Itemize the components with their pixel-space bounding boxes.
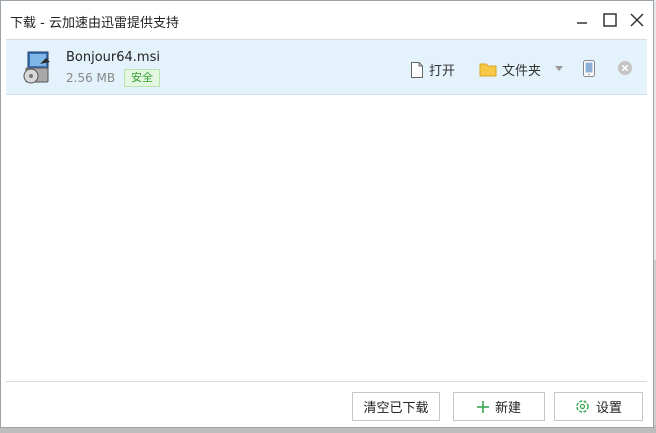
installer-file-icon (20, 50, 54, 86)
download-item[interactable]: Bonjour64.msi 2.56 MB 安全 打开 文件夹 (6, 40, 647, 95)
open-button[interactable]: 打开 (410, 60, 455, 79)
chevron-down-icon[interactable] (555, 66, 563, 71)
remove-item-icon[interactable] (618, 61, 632, 75)
clear-downloaded-button[interactable]: 清空已下载 (352, 392, 440, 421)
plus-icon (476, 400, 489, 413)
window-title: 下载 - 云加速由迅雷提供支持 (10, 16, 179, 31)
new-download-button[interactable]: 新建 (453, 392, 545, 421)
download-window: 下载 - 云加速由迅雷提供支持 Bonjour64.msi 2.56 MB 安全… (0, 0, 654, 428)
download-list: Bonjour64.msi 2.56 MB 安全 打开 文件夹 (6, 39, 647, 381)
minimize-icon (577, 22, 587, 24)
folder-label: 文件夹 (502, 64, 542, 79)
open-label: 打开 (429, 64, 456, 79)
title-bar: 下载 - 云加速由迅雷提供支持 (1, 1, 653, 39)
file-name: Bonjour64.msi (66, 50, 160, 65)
safe-badge: 安全 (124, 69, 160, 87)
gear-icon (576, 400, 589, 413)
maximize-icon (603, 13, 617, 27)
new-label: 新建 (494, 401, 521, 416)
document-icon (411, 61, 423, 78)
folder-icon (479, 63, 497, 77)
file-size: 2.56 MB (66, 71, 116, 85)
minimize-button[interactable] (571, 9, 593, 31)
footer-bar: 清空已下载 新建 设置 (6, 381, 647, 427)
close-window-button[interactable] (626, 9, 648, 31)
open-folder-button[interactable]: 文件夹 (479, 60, 541, 79)
settings-button[interactable]: 设置 (554, 392, 643, 421)
close-icon (630, 13, 644, 27)
phone-icon[interactable] (583, 60, 595, 77)
settings-label: 设置 (595, 401, 622, 416)
maximize-button[interactable] (599, 9, 621, 31)
